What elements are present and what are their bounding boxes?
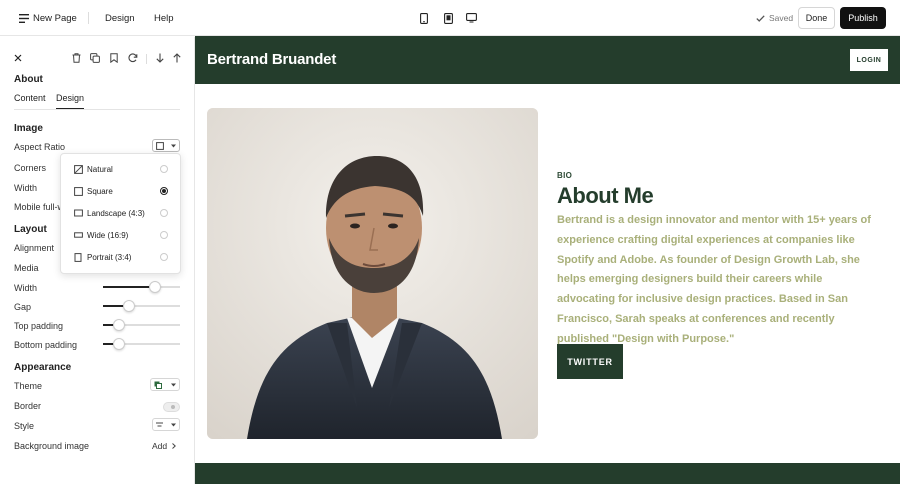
bottom-padding-slider[interactable]	[103, 338, 180, 350]
top-padding-label: Top padding	[14, 321, 64, 331]
chevron-down-icon	[171, 383, 176, 387]
desktop-icon[interactable]	[465, 12, 477, 24]
bio-eyebrow: BIO	[557, 171, 573, 180]
layout-width-label: Width	[14, 283, 38, 293]
tab-underline	[14, 109, 180, 110]
width-slider[interactable]	[103, 281, 180, 293]
new-page-menu[interactable]: New Page	[19, 0, 77, 36]
corners-label: Corners	[14, 163, 47, 173]
bottom-padding-label: Bottom padding	[14, 340, 78, 350]
arrow-down-icon[interactable]	[154, 52, 166, 64]
tab-content[interactable]: Content	[14, 93, 46, 103]
top-padding-slider[interactable]	[103, 319, 180, 331]
portrait-illustration	[207, 108, 538, 439]
square-icon	[156, 141, 164, 150]
radio-button-selected[interactable]	[160, 187, 168, 195]
border-toggle[interactable]	[163, 402, 180, 412]
site-brand[interactable]: Bertrand Bruandet	[207, 51, 336, 68]
aspect-option-wide[interactable]: Wide (16:9)	[61, 224, 182, 246]
tablet-icon[interactable]	[442, 12, 454, 24]
arrow-up-icon[interactable]	[171, 52, 183, 64]
bio-heading: About Me	[557, 183, 654, 208]
appearance-section-heading: Appearance	[14, 362, 72, 373]
aspect-ratio-select[interactable]	[152, 139, 180, 152]
slider-knob[interactable]	[113, 319, 125, 331]
done-button[interactable]: Done	[798, 7, 835, 29]
site-preview-canvas: Bertrand Bruandet LOGIN BIO About Me Ber…	[195, 36, 900, 484]
aspect-option-label: Landscape (4:3)	[87, 208, 145, 218]
check-icon	[756, 14, 765, 22]
theme-icon	[154, 381, 162, 389]
login-button[interactable]: LOGIN	[850, 49, 888, 71]
profile-photo[interactable]	[207, 108, 538, 439]
lines-icon	[156, 422, 163, 428]
radio-button[interactable]	[160, 165, 168, 173]
aspect-option-label: Wide (16:9)	[87, 230, 129, 240]
mobile-icon[interactable]	[418, 12, 430, 24]
theme-label: Theme	[14, 381, 43, 391]
style-label: Style	[14, 421, 35, 431]
chevron-right-icon	[171, 443, 176, 449]
top-bar: New Page Design Help Saved Done Publish	[0, 0, 900, 36]
gap-slider[interactable]	[103, 300, 180, 312]
aspect-option-natural[interactable]: Natural	[61, 158, 182, 180]
aspect-option-portrait[interactable]: Portrait (3:4)	[61, 246, 182, 268]
natural-icon	[73, 164, 83, 174]
panel-title: About	[14, 74, 43, 85]
chevron-down-icon	[171, 144, 176, 148]
hamburger-icon	[19, 13, 29, 23]
slider-knob[interactable]	[113, 338, 125, 350]
radio-button[interactable]	[160, 231, 168, 239]
tab-design[interactable]: Design	[56, 93, 85, 110]
new-page-label: New Page	[33, 12, 77, 24]
aspect-option-label: Square	[87, 186, 113, 196]
slider-knob[interactable]	[123, 300, 135, 312]
wide-icon	[73, 230, 83, 240]
media-label: Media	[14, 263, 39, 273]
aspect-option-landscape[interactable]: Landscape (4:3)	[61, 202, 182, 224]
landscape-icon	[73, 208, 83, 218]
divider	[88, 12, 89, 24]
slider-fill	[103, 286, 155, 288]
saved-label: Saved	[769, 13, 794, 23]
site-footer-band	[195, 463, 900, 484]
aspect-option-square[interactable]: Square	[61, 180, 182, 202]
layout-section-heading: Layout	[14, 224, 47, 235]
aspect-option-label: Portrait (3:4)	[87, 252, 132, 262]
close-icon[interactable]	[12, 52, 24, 64]
help-menu[interactable]: Help	[154, 0, 174, 36]
chevron-down-icon	[171, 423, 176, 427]
image-width-label: Width	[14, 183, 38, 193]
trash-icon[interactable]	[70, 52, 82, 64]
radio-button[interactable]	[160, 253, 168, 261]
publish-button[interactable]: Publish	[840, 7, 886, 29]
design-menu[interactable]: Design	[105, 0, 135, 36]
image-section-heading: Image	[14, 123, 43, 134]
site-header: Bertrand Bruandet LOGIN	[195, 36, 900, 84]
aspect-option-label: Natural	[87, 164, 113, 174]
aspect-ratio-label: Aspect Ratio	[14, 142, 66, 152]
save-status: Saved	[756, 0, 793, 36]
aspect-ratio-dropdown: Natural Square Landscape (4:3) Wide (16:…	[60, 153, 181, 274]
refresh-icon[interactable]	[127, 52, 139, 64]
background-image-label: Background image	[14, 441, 90, 451]
style-select[interactable]	[152, 418, 180, 431]
bio-paragraph: Bertrand is a design innovator and mento…	[557, 214, 871, 345]
bookmark-icon[interactable]	[108, 52, 120, 64]
theme-select[interactable]	[150, 378, 180, 391]
gap-label: Gap	[14, 302, 32, 312]
alignment-label: Alignment	[14, 243, 55, 253]
duplicate-icon[interactable]	[89, 52, 101, 64]
portrait-icon	[73, 252, 83, 262]
twitter-button[interactable]: TWITTER	[557, 344, 623, 379]
border-label: Border	[14, 401, 42, 411]
toolbar-divider	[146, 54, 147, 64]
add-background-image-link[interactable]: Add	[152, 441, 176, 451]
slider-knob[interactable]	[149, 281, 161, 293]
add-label: Add	[152, 441, 168, 451]
square-icon	[73, 186, 83, 196]
radio-button[interactable]	[160, 209, 168, 217]
